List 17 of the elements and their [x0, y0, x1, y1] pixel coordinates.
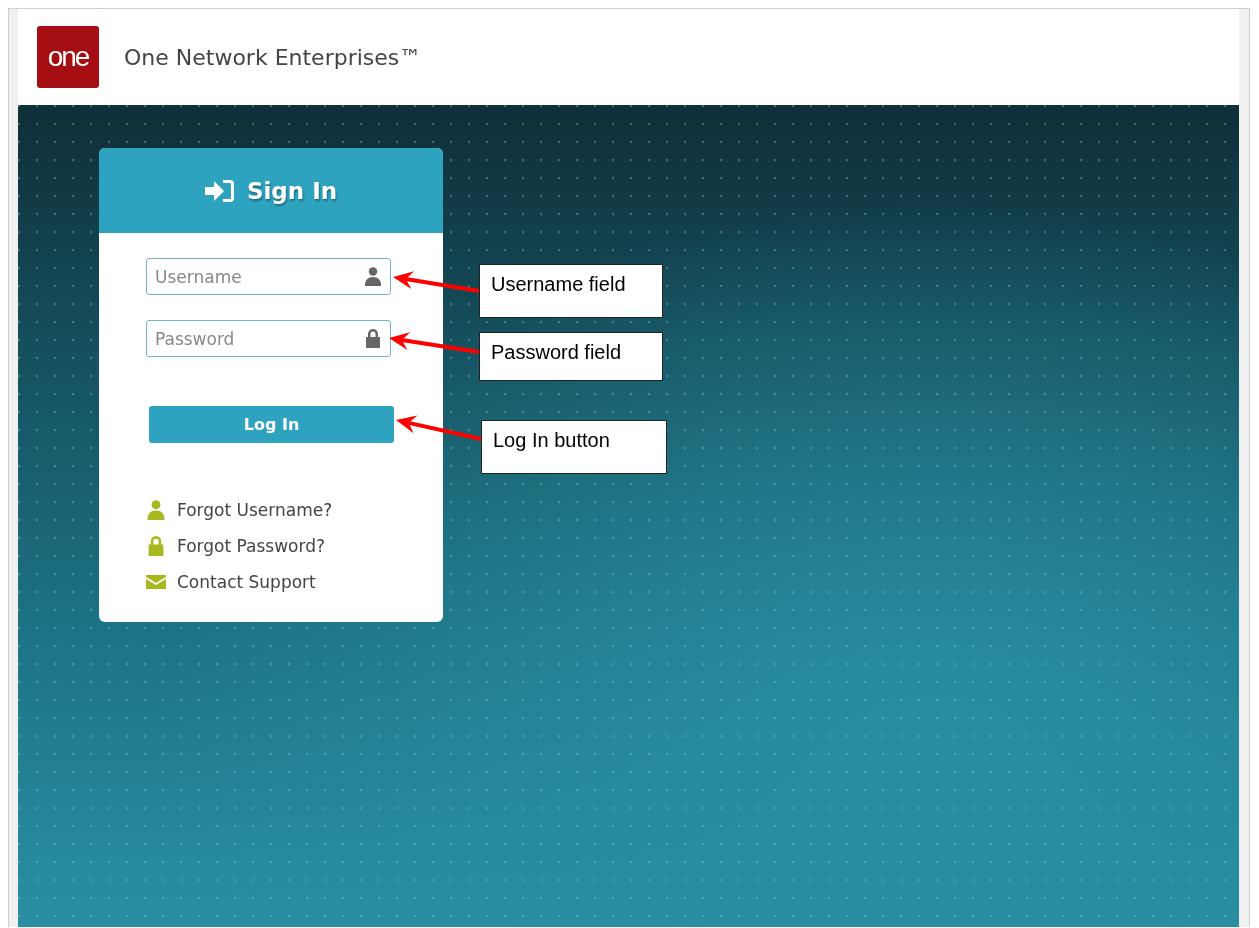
user-icon [146, 500, 166, 520]
company-name: One Network Enterprises™ [124, 44, 422, 70]
username-field[interactable]: Username [146, 258, 391, 295]
callout-label: Log In button [481, 420, 667, 474]
support-link[interactable]: Contact Support [177, 572, 316, 592]
company-logo: one [37, 26, 99, 88]
mail-icon [146, 575, 166, 589]
callout-label: Username field [479, 264, 663, 318]
lock-icon [365, 329, 381, 348]
user-icon [365, 267, 381, 286]
support-link[interactable]: Forgot Username? [177, 500, 333, 520]
password-field[interactable]: Password [146, 320, 391, 357]
lock-icon [146, 536, 166, 556]
sign-in-icon [204, 178, 235, 203]
callout-label: Password field [479, 332, 663, 381]
sign-in-title: Sign In [246, 177, 338, 204]
support-link[interactable]: Forgot Password? [177, 536, 325, 556]
